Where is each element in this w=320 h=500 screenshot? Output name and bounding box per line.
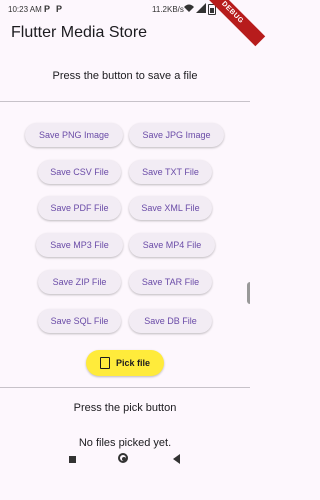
home-button[interactable]: [118, 453, 128, 463]
save-mp3-button[interactable]: Save MP3 File: [36, 233, 123, 257]
notification-p-icon-2: P: [56, 4, 63, 14]
network-speed: 11.2KB/s: [152, 5, 184, 14]
save-csv-button[interactable]: Save CSV File: [38, 160, 121, 184]
save-mp4-button[interactable]: Save MP4 File: [129, 233, 215, 257]
app-title: Flutter Media Store: [11, 24, 148, 41]
divider-top: [0, 101, 250, 102]
save-zip-button[interactable]: Save ZIP File: [38, 270, 121, 294]
save-db-button[interactable]: Save DB File: [129, 309, 212, 333]
save-pdf-button[interactable]: Save PDF File: [38, 196, 121, 220]
save-jpg-button[interactable]: Save JPG Image: [129, 123, 224, 147]
picked-files-status: No files picked yet.: [78, 437, 172, 449]
notification-p-icon: P: [44, 4, 51, 14]
status-time: 10:23 AM: [8, 5, 42, 14]
pick-file-label: Pick file: [115, 358, 151, 368]
edge-handle[interactable]: [247, 282, 250, 304]
divider-bottom: [0, 387, 250, 388]
pick-file-button[interactable]: Pick file: [86, 350, 164, 376]
back-button[interactable]: [173, 454, 180, 464]
recent-apps-button[interactable]: [69, 456, 76, 463]
save-tar-button[interactable]: Save TAR File: [129, 270, 212, 294]
save-sql-button[interactable]: Save SQL File: [38, 309, 121, 333]
save-prompt: Press the button to save a file: [52, 70, 198, 82]
save-txt-button[interactable]: Save TXT File: [129, 160, 212, 184]
save-png-button[interactable]: Save PNG Image: [25, 123, 123, 147]
save-xml-button[interactable]: Save XML File: [129, 196, 212, 220]
wifi-icon: [184, 4, 194, 12]
pick-prompt: Press the pick button: [73, 402, 177, 414]
document-icon: [99, 356, 110, 369]
signal-icon: [196, 3, 206, 13]
